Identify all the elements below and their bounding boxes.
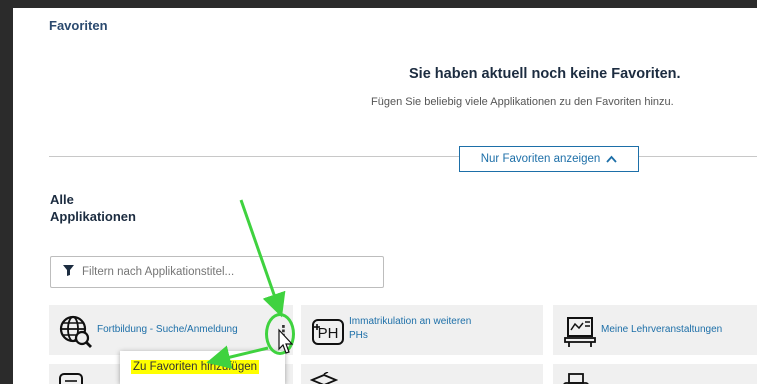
divider-left (49, 156, 459, 157)
chevron-up-icon (606, 152, 617, 166)
globe-search-icon (56, 312, 94, 350)
divider-right (639, 156, 757, 157)
show-favorites-only-button[interactable]: Nur Favoriten anzeigen (459, 146, 639, 172)
all-applications-heading: Alle Applikationen (50, 191, 136, 225)
add-to-favorites-menu-item[interactable]: Zu Favoriten hinzufügen (131, 360, 260, 374)
empty-favorites-subtitle: Fügen Sie beliebig viele Applikationen z… (371, 96, 674, 108)
classroom-board-icon (560, 312, 598, 350)
app-tile-label-line1: Immatrikulation an weiteren (349, 316, 472, 327)
graduation-icon (309, 371, 339, 384)
app-tile-label: Meine Lehrveranstaltungen (601, 324, 723, 335)
app-tile-label-line2: PHs (349, 330, 368, 341)
app-tile-partial[interactable] (301, 364, 543, 384)
app-tile-label: Fortbildung - Suche/Anmeldung (97, 324, 238, 335)
tile-context-menu: Zu Favoriten hinzufügen (120, 351, 285, 384)
show-favorites-only-label: Nur Favoriten anzeigen (480, 153, 601, 165)
printer-icon (562, 372, 590, 384)
all-applications-heading-line1: Alle (50, 192, 74, 207)
annotation-arrow-down (239, 199, 286, 318)
app-tile-fortbildung[interactable]: Fortbildung - Suche/Anmeldung (49, 305, 293, 355)
empty-favorites-title: Sie haben aktuell noch keine Favoriten. (409, 66, 681, 82)
app-tile-immatrikulation[interactable]: PH Immatrikulation an weiteren PHs (301, 305, 543, 355)
app-tile-label: Immatrikulation an weiteren PHs (349, 315, 471, 343)
app-tile-lehrveranstaltungen[interactable]: Meine Lehrveranstaltungen (553, 305, 757, 355)
app-page: Favoriten Sie haben aktuell noch keine F… (13, 8, 757, 384)
application-filter[interactable] (50, 256, 384, 288)
all-applications-heading-line2: Applikationen (50, 209, 136, 224)
highlight-ring (265, 313, 295, 355)
ph-icon: PH (308, 312, 346, 350)
svg-text:PH: PH (318, 325, 339, 342)
filter-input[interactable] (82, 266, 362, 278)
favorites-heading: Favoriten (49, 18, 108, 33)
app-tile-partial[interactable] (553, 364, 757, 384)
filter-icon (63, 263, 74, 281)
list-icon (58, 372, 84, 384)
